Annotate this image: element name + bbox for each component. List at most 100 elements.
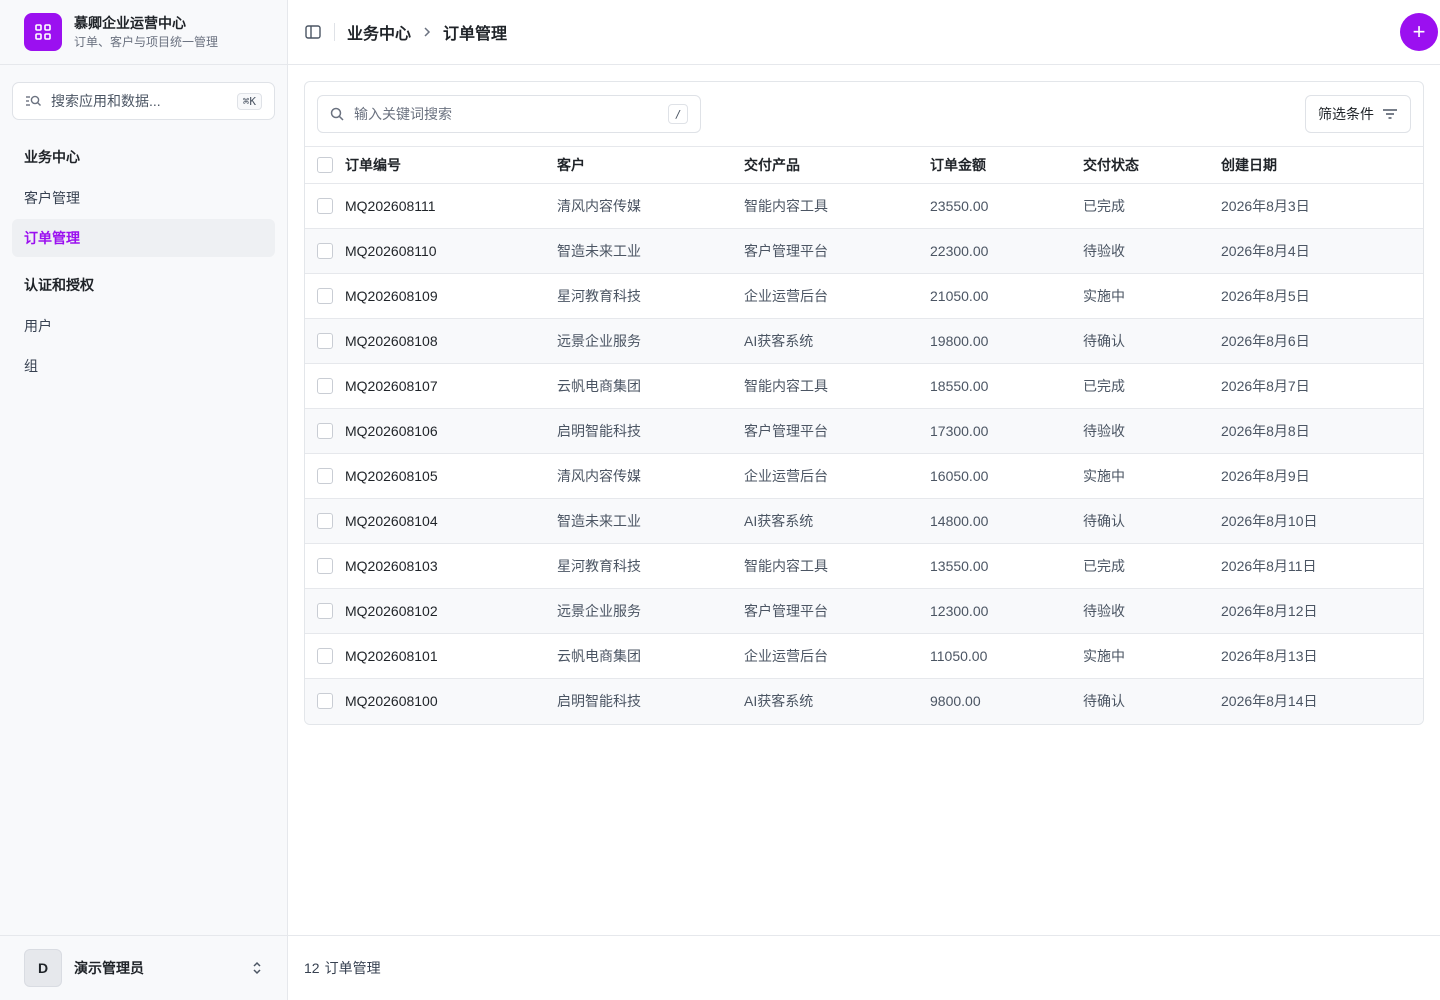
table-row[interactable]: MQ202608103 星河教育科技 智能内容工具 13550.00 已完成 2… [305, 544, 1423, 589]
cell-product: 客户管理平台 [744, 243, 828, 259]
cell-order-no: MQ202608107 [345, 378, 438, 394]
cell-product: 企业运营后台 [744, 288, 828, 304]
cell-customer: 清风内容传媒 [557, 198, 641, 214]
breadcrumb-business[interactable]: 业务中心 [347, 20, 411, 44]
cell-date: 2026年8月6日 [1221, 333, 1310, 349]
sidebar-item-orders[interactable]: 订单管理 [12, 219, 275, 257]
search-list-icon [26, 95, 41, 106]
add-order-button[interactable]: + [1400, 13, 1438, 51]
cell-order-no: MQ202608109 [345, 288, 438, 304]
cell-status: 已完成 [1083, 198, 1125, 214]
brand-name: 慕卿企业运营中心 [74, 15, 186, 31]
cell-customer: 云帆电商集团 [557, 378, 641, 394]
brand-subtitle: 订单、客户与项目统一管理 [74, 35, 219, 49]
cell-date: 2026年8月14日 [1221, 693, 1318, 710]
table-row[interactable]: MQ202608104 智造未来工业 AI获客系统 14800.00 待确认 2… [305, 498, 1423, 544]
row-checkbox[interactable] [317, 648, 333, 664]
cell-customer: 智造未来工业 [557, 513, 641, 529]
cell-date: 2026年8月10日 [1221, 513, 1318, 529]
user-menu[interactable]: D 演示管理员 [0, 935, 287, 1000]
row-checkbox[interactable] [317, 288, 333, 304]
row-checkbox[interactable] [317, 513, 333, 529]
row-checkbox[interactable] [317, 468, 333, 484]
table-row[interactable]: MQ202608107 云帆电商集团 智能内容工具 18550.00 已完成 2… [305, 364, 1423, 409]
row-checkbox[interactable] [317, 558, 333, 574]
col-created-date[interactable]: 创建日期 [1221, 147, 1423, 184]
filter-lines-icon [1383, 109, 1397, 119]
cell-order-no: MQ202608111 [345, 198, 436, 214]
cell-status: 待确认 [1083, 333, 1125, 349]
cell-customer: 星河教育科技 [557, 288, 641, 304]
cell-date: 2026年8月8日 [1221, 423, 1310, 439]
app-search-input[interactable]: 搜索应用和数据... ⌘K [12, 82, 275, 120]
cell-order-no: MQ202608106 [345, 423, 438, 439]
cell-order-no: MQ202608110 [345, 243, 437, 259]
cell-amount: 17300.00 [930, 423, 989, 439]
col-status[interactable]: 交付状态 [1083, 147, 1221, 184]
row-checkbox[interactable] [317, 333, 333, 349]
cell-amount: 18550.00 [930, 378, 989, 394]
cell-product: 智能内容工具 [744, 198, 828, 214]
cell-product: 客户管理平台 [744, 603, 828, 619]
table-row[interactable]: MQ202608110 智造未来工业 客户管理平台 22300.00 待验收 2… [305, 228, 1423, 274]
cell-product: 企业运营后台 [744, 468, 828, 484]
row-checkbox[interactable] [317, 378, 333, 394]
nav-group-auth: 认证和授权 [24, 277, 94, 293]
row-checkbox[interactable] [317, 243, 333, 259]
cell-order-no: MQ202608103 [345, 558, 438, 574]
cell-amount: 9800.00 [930, 693, 981, 710]
row-checkbox[interactable] [317, 693, 333, 710]
cell-date: 2026年8月5日 [1221, 288, 1310, 304]
sidebar-item-customers[interactable]: 客户管理 [12, 179, 275, 217]
avatar: D [24, 949, 62, 987]
table-toolbar: 输入关键词搜索 / 筛选条件 [305, 82, 1423, 146]
brand-header[interactable]: 慕卿企业运营中心 订单、客户与项目统一管理 [0, 0, 287, 65]
table-row[interactable]: MQ202608105 清风内容传媒 企业运营后台 16050.00 实施中 2… [305, 454, 1423, 499]
cell-status: 已完成 [1083, 378, 1125, 394]
cell-product: AI获客系统 [744, 333, 814, 349]
app-search-placeholder: 搜索应用和数据... [51, 93, 161, 109]
search-shortcut-slash: / [668, 104, 688, 124]
cell-date: 2026年8月7日 [1221, 378, 1310, 394]
filter-button[interactable]: 筛选条件 [1305, 95, 1411, 133]
cell-order-no: MQ202608101 [345, 648, 438, 664]
orders-table: 订单编号 客户 交付产品 订单金额 交付状态 创建日期 MQ202608111 [305, 146, 1423, 724]
cell-order-no: MQ202608105 [345, 468, 438, 484]
row-checkbox[interactable] [317, 603, 333, 619]
sidebar-item-users[interactable]: 用户 [12, 307, 275, 345]
col-product[interactable]: 交付产品 [744, 147, 930, 184]
sidebar-item-groups[interactable]: 组 [12, 347, 275, 385]
sidebar-toggle-icon[interactable] [304, 23, 322, 41]
table-row[interactable]: MQ202608100 启明智能科技 AI获客系统 9800.00 待确认 20… [305, 678, 1423, 724]
cell-customer: 启明智能科技 [557, 423, 641, 439]
table-row[interactable]: MQ202608109 星河教育科技 企业运营后台 21050.00 实施中 2… [305, 274, 1423, 319]
cell-order-no: MQ202608100 [345, 693, 438, 710]
row-checkbox[interactable] [317, 423, 333, 439]
cell-customer: 启明智能科技 [557, 693, 641, 710]
cell-product: 智能内容工具 [744, 558, 828, 574]
cell-status: 待验收 [1083, 423, 1125, 439]
cell-customer: 远景企业服务 [557, 333, 641, 349]
cell-product: 企业运营后台 [744, 648, 828, 664]
select-all-checkbox[interactable] [317, 157, 333, 173]
cell-date: 2026年8月9日 [1221, 468, 1310, 484]
table-row[interactable]: MQ202608102 远景企业服务 客户管理平台 12300.00 待验收 2… [305, 588, 1423, 634]
cell-customer: 远景企业服务 [557, 603, 641, 619]
col-amount[interactable]: 订单金额 [930, 147, 1083, 184]
keyword-search-placeholder: 输入关键词搜索 [354, 106, 452, 122]
cell-product: 智能内容工具 [744, 378, 828, 394]
cell-date: 2026年8月12日 [1221, 603, 1318, 619]
col-order-no[interactable]: 订单编号 [345, 147, 557, 184]
table-row[interactable]: MQ202608106 启明智能科技 客户管理平台 17300.00 待验收 2… [305, 408, 1423, 454]
row-checkbox[interactable] [317, 198, 333, 214]
record-count-label: 订单管理 [324, 960, 381, 976]
table-header-row: 订单编号 客户 交付产品 订单金额 交付状态 创建日期 [305, 146, 1423, 184]
keyword-search-input[interactable]: 输入关键词搜索 / [317, 95, 701, 133]
table-row[interactable]: MQ202608111 清风内容传媒 智能内容工具 23550.00 已完成 2… [305, 184, 1423, 229]
table-row[interactable]: MQ202608108 远景企业服务 AI获客系统 19800.00 待确认 2… [305, 318, 1423, 364]
table-row[interactable]: MQ202608101 云帆电商集团 企业运营后台 11050.00 实施中 2… [305, 634, 1423, 679]
record-count: 12 [304, 960, 320, 976]
cell-date: 2026年8月13日 [1221, 648, 1318, 664]
search-icon [330, 107, 344, 121]
col-customer[interactable]: 客户 [557, 147, 744, 184]
